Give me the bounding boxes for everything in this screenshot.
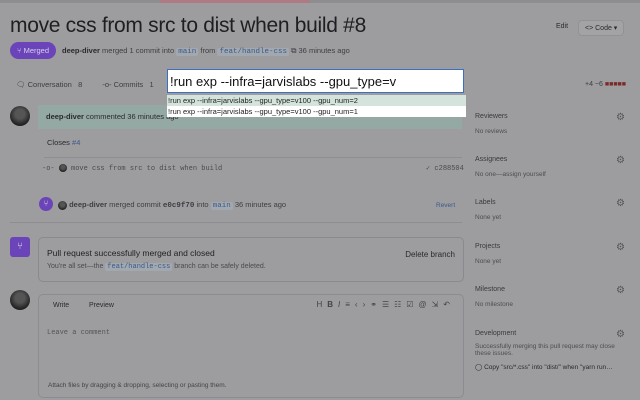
formatting-toolbar[interactable]: HBI≡‹›⚭☰☷☑@⇲↶ (316, 300, 455, 309)
author-link[interactable]: deep-diver (46, 112, 84, 121)
attach-files[interactable]: Attach files by dragging & dropping, sel… (48, 382, 227, 389)
avatar (10, 290, 30, 310)
command-input[interactable]: !run exp --infra=jarvislabs --gpu_type=v (167, 69, 464, 93)
divider (10, 222, 462, 223)
tab-preview[interactable]: Preview (89, 302, 114, 309)
tab-commits[interactable]: -o- Commits 1 (102, 80, 153, 89)
gear-icon[interactable]: ⚙ (616, 155, 625, 166)
head-branch[interactable]: feat/handle-css (217, 48, 289, 56)
sidebar-milestone: Milestone ⚙ No milestone (475, 285, 625, 308)
sidebar-reviewers: Reviewers ⚙ No reviews (475, 112, 625, 135)
linked-issue[interactable]: ◯ Copy "src/*.css" into "dist/" when "ya… (475, 363, 625, 371)
commit-row: -o- move css from src to dist when build (42, 164, 223, 173)
sidebar-development: Development ⚙ Successfully merging this pu… (475, 329, 625, 371)
code-button[interactable]: <> Code ▾ (578, 20, 625, 36)
merge-desc: You're all set—the feat/handle-css branc… (47, 263, 266, 271)
divider (44, 157, 462, 158)
delete-branch-button[interactable]: Delete branch (405, 250, 455, 259)
sidebar-labels: Labels ⚙ None yet (475, 198, 625, 221)
top-nav-bar (0, 0, 640, 3)
comment-form: Write Preview HBI≡‹›⚭☰☷☑@⇲↶ Leave a comm… (38, 294, 464, 398)
commit-sha[interactable]: ✓ c288504 (426, 164, 464, 173)
gear-icon[interactable]: ⚙ (616, 242, 625, 253)
comment-meta: commented 36 minutes ago (86, 112, 179, 121)
merge-title: Pull request successfully merged and clo… (47, 248, 215, 258)
pr-tabs: 🗨 Conversation 8 -o- Commits 1 (16, 80, 154, 89)
status-badge: ⑂ Merged (10, 42, 57, 59)
tab-write[interactable]: Write (53, 302, 69, 309)
page-title: move css from src to dist when build #8 (10, 14, 366, 37)
comment-textarea[interactable]: Leave a comment (47, 329, 110, 337)
merge-icon: ⑂ (17, 46, 24, 55)
meta-text: merged 1 commit into (102, 46, 175, 55)
tab-conversation[interactable]: 🗨 Conversation 8 (16, 80, 82, 89)
merge-icon: ⑂ (39, 197, 53, 211)
issue-link[interactable]: #4 (72, 138, 80, 147)
pr-meta: deep-diver merged 1 commit into main fro… (62, 46, 350, 56)
merge-status-box: Pull request successfully merged and clo… (38, 237, 464, 282)
merge-event: deep-diver merged commit e0c9f70 into ma… (58, 200, 286, 210)
gear-icon[interactable]: ⚙ (616, 198, 625, 209)
merged-icon: ⑂ (10, 237, 30, 257)
suggestion-item[interactable]: !run exp --infra=jarvislabs --gpu_type=v… (167, 106, 466, 117)
base-branch[interactable]: main (176, 48, 199, 56)
gear-icon[interactable]: ⚙ (616, 329, 625, 340)
commit-message[interactable]: move css from src to dist when build (71, 165, 222, 173)
suggestion-item[interactable]: !run exp --infra=jarvislabs --gpu_type=v… (167, 95, 466, 106)
revert-button[interactable]: Revert (436, 202, 455, 209)
meta-from: from (200, 46, 216, 55)
comment-body: Closes #4 (47, 138, 81, 147)
sidebar-projects: Projects ⚙ None yet (475, 242, 625, 265)
meta-time: 36 minutes ago (298, 46, 350, 55)
avatar[interactable] (10, 106, 30, 126)
sidebar-assignees: Assignees ⚙ No one—assign yourself (475, 155, 625, 178)
gear-icon[interactable]: ⚙ (616, 285, 625, 296)
author-link[interactable]: deep-diver (62, 46, 100, 55)
issue-closed-icon: ◯ (475, 364, 483, 371)
copy-icon[interactable]: ⧉ (291, 46, 296, 55)
diffstat: +4 −6 ■■■■■ (585, 81, 627, 88)
status-badge-label: Merged (23, 46, 50, 55)
edit-button[interactable]: Edit (550, 20, 574, 33)
gear-icon[interactable]: ⚙ (616, 112, 625, 123)
